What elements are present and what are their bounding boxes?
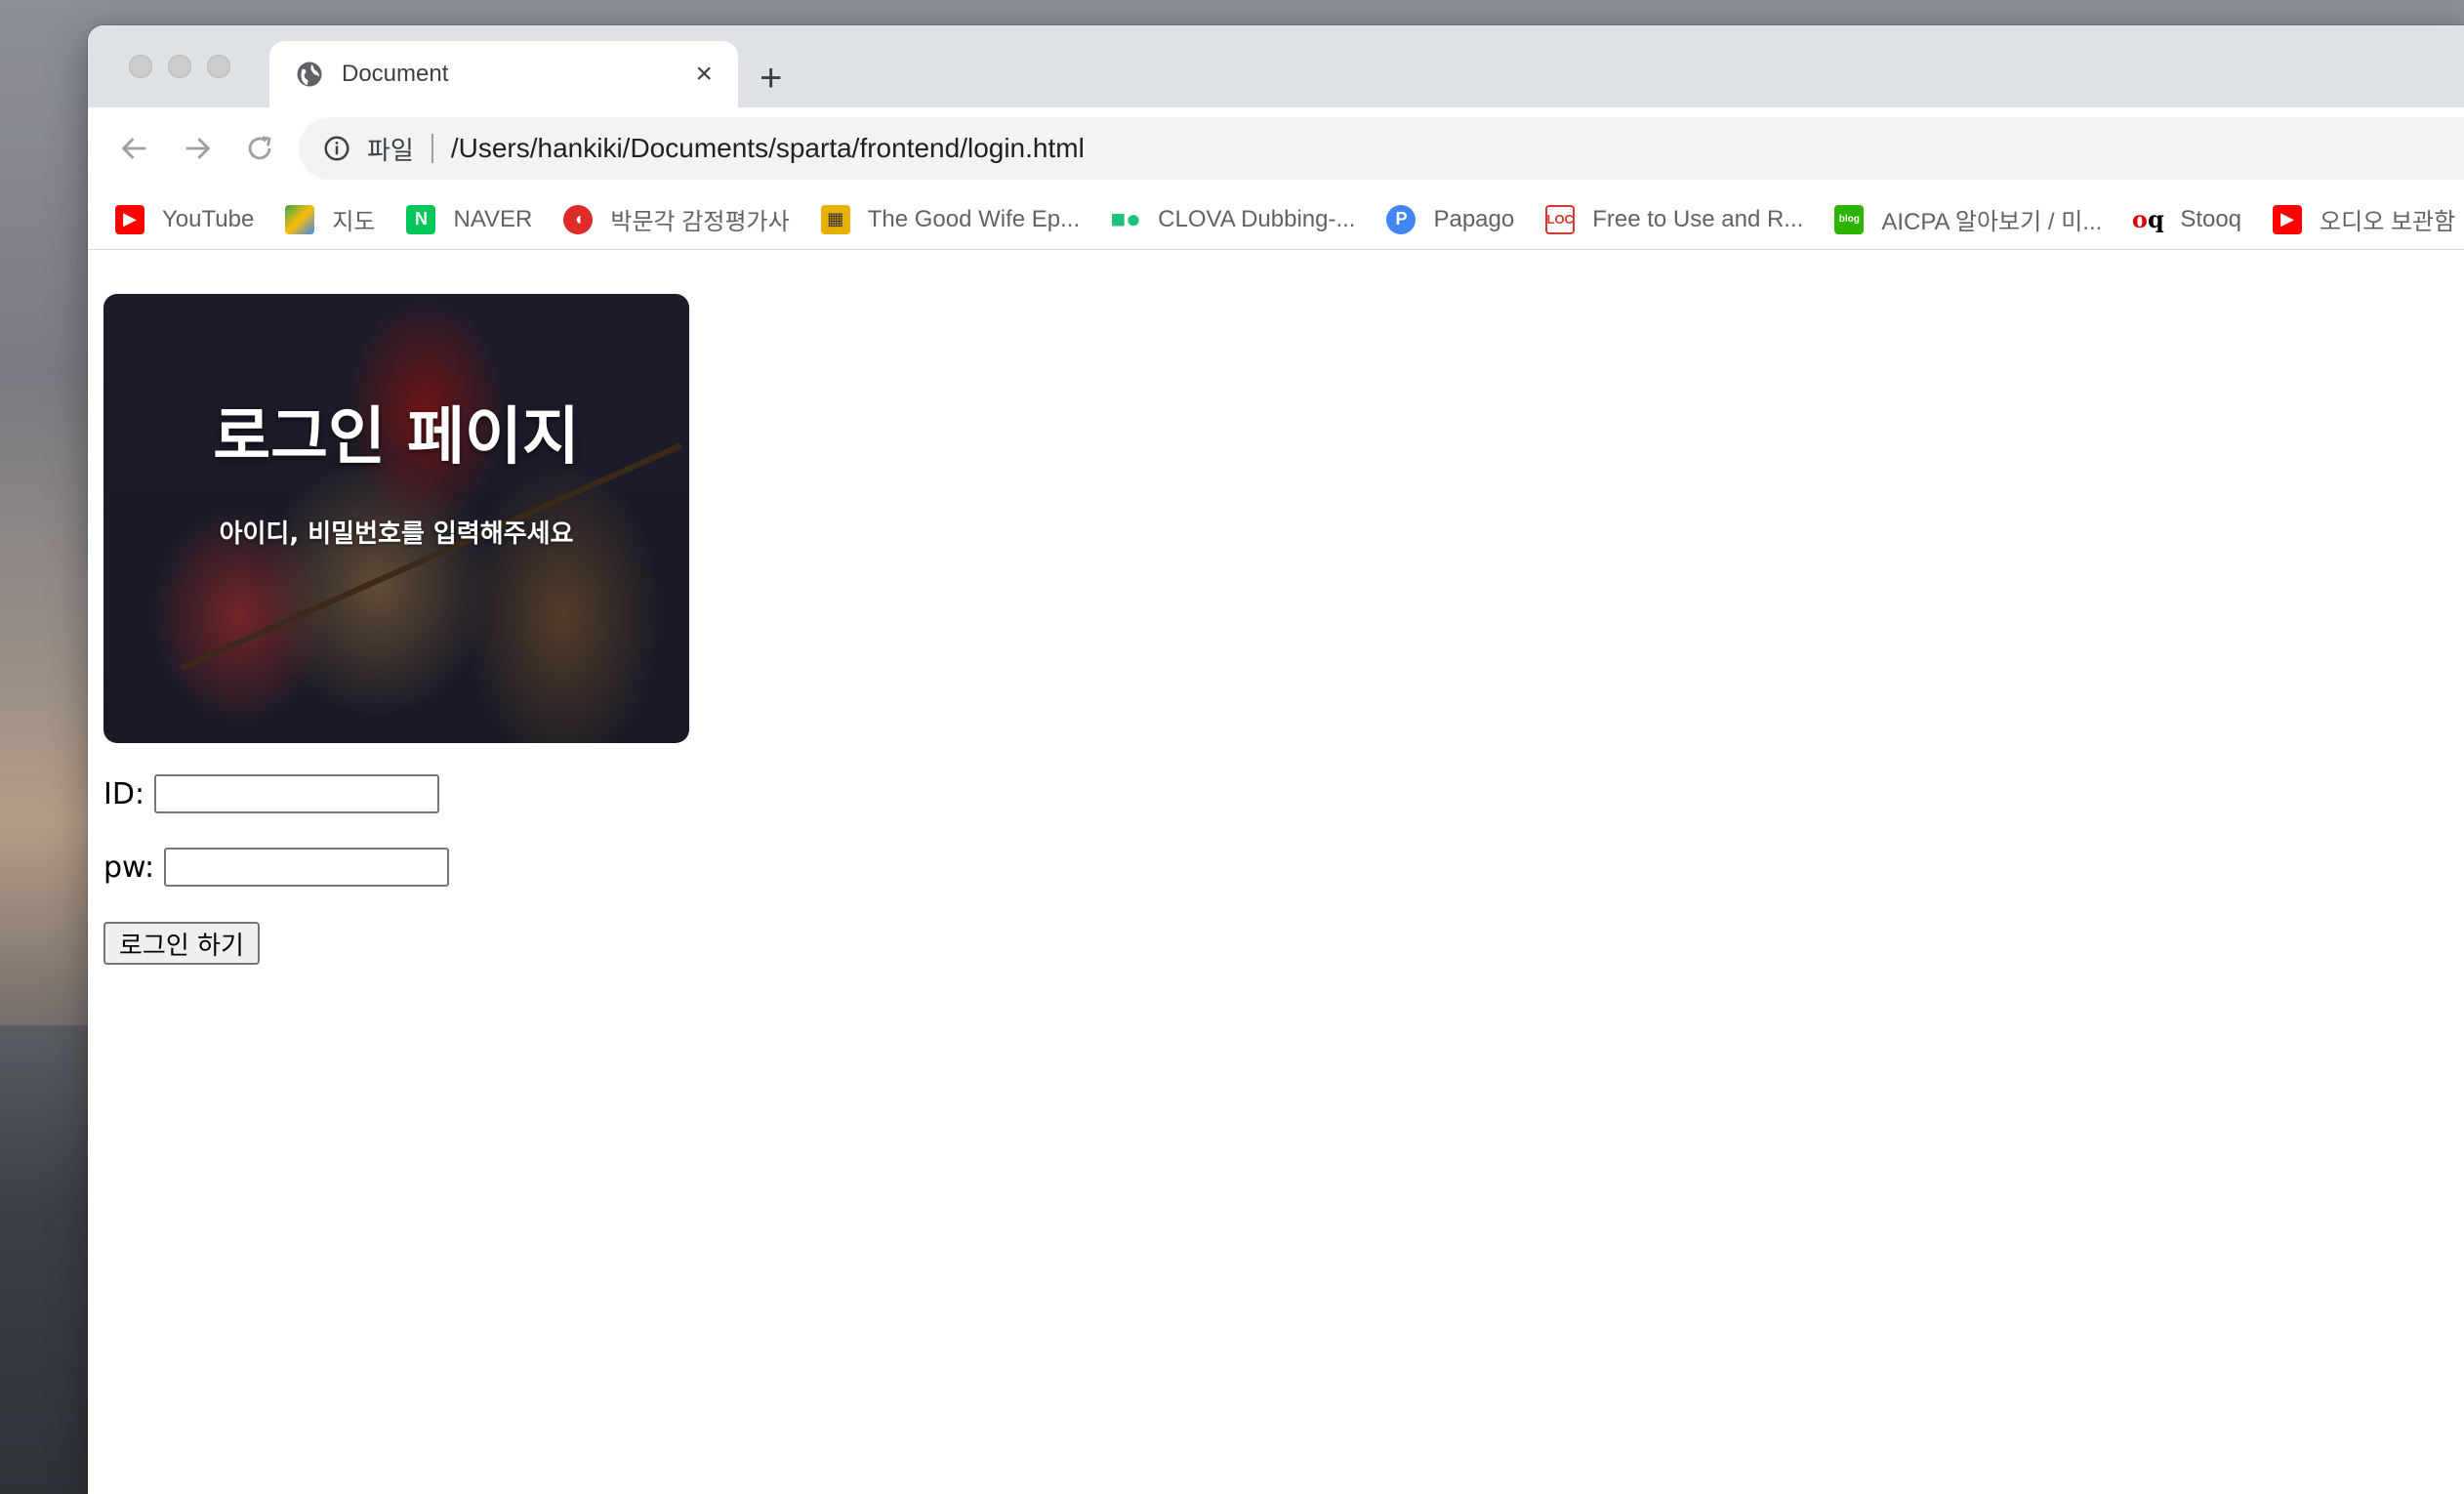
window-controls — [129, 55, 230, 78]
bookmark-aicpa[interactable]: blog AICPA 알아보기 / 미... — [1834, 202, 2102, 236]
hero-image-spear — [180, 442, 682, 671]
blog-icon: blog — [1834, 204, 1865, 234]
bookmark-pmg[interactable]: ◖ 박문각 감정평가사 — [563, 202, 790, 236]
naver-icon: N — [406, 204, 436, 234]
bookmarks-bar: ▶ YouTube 지도 N NAVER ◖ 박문각 감정평가사 ▦ The G… — [88, 189, 2464, 250]
url-text[interactable]: /Users/hankiki/Documents/sparta/frontend… — [451, 133, 1085, 164]
desktop-wallpaper — [0, 1025, 90, 1494]
arrow-right-icon — [185, 138, 211, 159]
zoom-window-button[interactable] — [207, 55, 230, 78]
id-input[interactable] — [154, 774, 440, 813]
id-label: ID: — [103, 776, 145, 811]
bookmark-clova[interactable]: ■● CLOVA Dubbing-... — [1110, 204, 1355, 234]
id-row: ID: — [103, 774, 440, 813]
page-subtitle: 아이디, 비밀번호를 입력해주세요 — [219, 519, 574, 549]
pw-input[interactable] — [164, 848, 450, 887]
reload-button[interactable] — [228, 117, 291, 180]
bookmark-loc[interactable]: LOC Free to Use and R... — [1545, 204, 1803, 234]
bookmark-audio-library[interactable]: ▶ 오디오 보관함 — [2273, 202, 2455, 236]
papago-icon: P — [1386, 204, 1417, 234]
minimize-window-button[interactable] — [168, 55, 191, 78]
bookmark-stooq[interactable]: oq Stooq — [2131, 205, 2241, 234]
loc-icon: LOC — [1545, 204, 1576, 234]
goodwife-icon: ▦ — [820, 204, 850, 234]
youtube-icon: ▶ — [115, 204, 144, 234]
pw-label: pw: — [103, 850, 155, 885]
reload-icon — [248, 136, 271, 160]
new-tab-button[interactable]: + — [760, 59, 782, 98]
bookmark-maps[interactable]: 지도 — [285, 202, 375, 236]
maps-icon — [285, 204, 315, 234]
hero-banner: 로그인 페이지 아이디, 비밀번호를 입력해주세요 — [103, 294, 689, 743]
back-button[interactable] — [103, 117, 166, 180]
clova-icon: ■● — [1110, 204, 1141, 233]
stooq-icon: oq — [2131, 205, 2164, 233]
close-window-button[interactable] — [129, 55, 152, 78]
bookmark-naver[interactable]: N NAVER — [406, 204, 532, 234]
forward-button[interactable] — [166, 117, 228, 180]
page-title: 로그인 페이지 — [213, 401, 580, 474]
bookmark-papago[interactable]: P Papago — [1386, 204, 1514, 234]
info-icon[interactable] — [322, 134, 351, 163]
pw-row: pw: — [103, 848, 450, 887]
pmg-icon: ◖ — [563, 204, 594, 234]
url-scheme: 파일 — [367, 135, 414, 165]
bookmark-goodwife[interactable]: ▦ The Good Wife Ep... — [820, 204, 1080, 234]
globe-icon — [297, 62, 322, 87]
tab-strip: Document × + — [88, 25, 2464, 107]
tab-document[interactable]: Document × — [269, 41, 738, 107]
login-button[interactable]: 로그인 하기 — [103, 922, 260, 965]
close-tab-icon[interactable]: × — [695, 60, 713, 89]
youtube-icon: ▶ — [2273, 204, 2303, 234]
address-bar[interactable]: 파일 /Users/hankiki/Documents/sparta/front… — [299, 117, 2464, 180]
page-content: 로그인 페이지 아이디, 비밀번호를 입력해주세요 ID: pw: 로그인 하기 — [88, 251, 2464, 1494]
browser-window: Document × + 파일 /Users/hankiki/Documents… — [88, 25, 2464, 1494]
url-separator — [431, 134, 433, 163]
tab-title: Document — [342, 61, 449, 87]
toolbar: 파일 /Users/hankiki/Documents/sparta/front… — [88, 107, 2464, 189]
bookmark-youtube[interactable]: ▶ YouTube — [115, 204, 254, 234]
arrow-left-icon — [121, 138, 146, 159]
